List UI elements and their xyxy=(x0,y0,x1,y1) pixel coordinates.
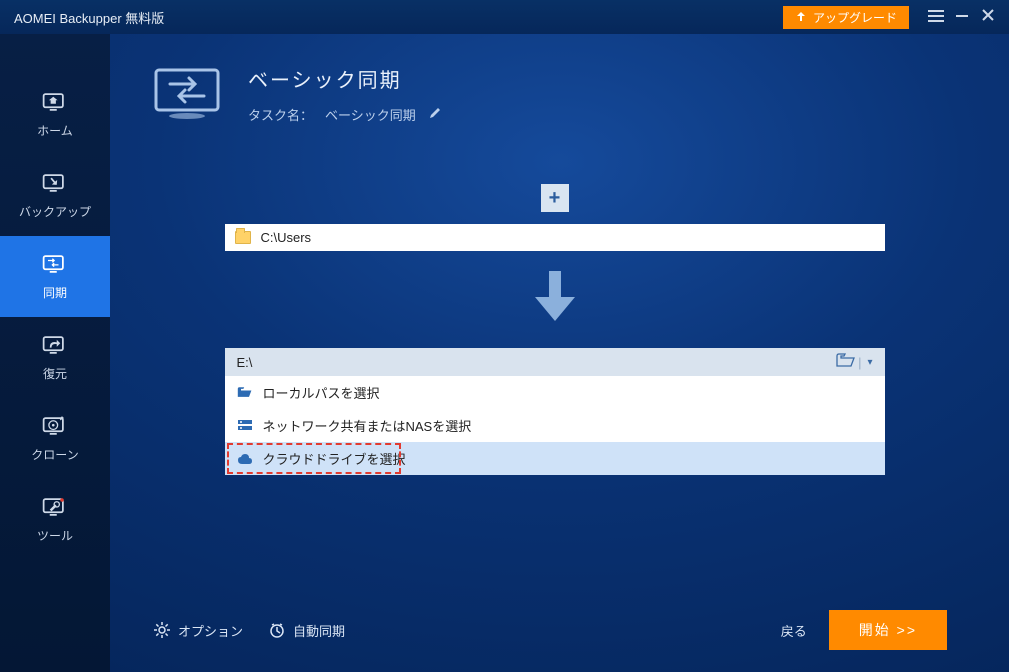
upgrade-button[interactable]: アップグレード xyxy=(783,6,909,29)
footer: オプション 自動同期 戻る 開始 >> xyxy=(150,594,959,672)
destination-path-text: E:\ xyxy=(237,355,837,370)
main-panel: ベーシック同期 タスク名： ベーシック同期 + C:\Users xyxy=(110,34,1009,672)
backup-icon xyxy=(0,169,110,197)
back-button[interactable]: 戻る xyxy=(781,621,807,640)
cloud-icon xyxy=(237,453,253,465)
nas-icon xyxy=(237,419,253,432)
page-title: ベーシック同期 xyxy=(248,64,442,93)
sidebar-item-home[interactable]: ホーム xyxy=(0,74,110,155)
sidebar-item-clone[interactable]: クローン xyxy=(0,398,110,479)
destination-path-bar[interactable]: E:\ | ▾ xyxy=(225,348,885,376)
titlebar: AOMEI Backupper 無料版 アップグレード xyxy=(0,0,1009,34)
menu-item-nas[interactable]: ネットワーク共有またはNASを選択 xyxy=(225,409,885,442)
schedule-button[interactable]: 自動同期 xyxy=(269,621,345,640)
sidebar-item-sync[interactable]: 同期 xyxy=(0,236,110,317)
home-icon xyxy=(0,88,110,116)
upgrade-arrow-icon xyxy=(795,11,807,23)
restore-icon xyxy=(0,331,110,359)
menu-list-icon[interactable] xyxy=(923,9,949,26)
down-arrow-icon xyxy=(531,269,579,330)
add-source-button[interactable]: + xyxy=(541,184,569,212)
menu-item-cloud[interactable]: クラウドドライブを選択 xyxy=(225,442,885,475)
sync-badge-icon xyxy=(150,66,224,122)
edit-task-name-button[interactable] xyxy=(428,106,442,123)
sidebar-item-label: 同期 xyxy=(0,284,110,301)
pencil-icon xyxy=(428,106,442,120)
menu-item-label: ローカルパスを選択 xyxy=(263,383,380,402)
tools-icon xyxy=(0,493,110,521)
menu-item-label: クラウドドライブを選択 xyxy=(263,449,406,468)
sidebar-item-tools[interactable]: ツール xyxy=(0,479,110,560)
clock-icon xyxy=(269,622,285,638)
task-name-label: タスク名： xyxy=(248,105,313,124)
task-name-value: ベーシック同期 xyxy=(325,105,416,124)
sidebar-item-label: ホーム xyxy=(0,122,110,139)
sidebar: ホーム バックアップ 同期 復元 クローン xyxy=(0,34,110,672)
sidebar-item-backup[interactable]: バックアップ xyxy=(0,155,110,236)
start-button[interactable]: 開始 >> xyxy=(829,610,947,650)
destination-block: E:\ | ▾ ローカルパスを選択 xyxy=(225,348,885,475)
folder-icon xyxy=(235,231,251,244)
source-path-bar[interactable]: C:\Users xyxy=(225,224,885,251)
sidebar-item-label: 復元 xyxy=(0,365,110,382)
menu-item-label: ネットワーク共有またはNASを選択 xyxy=(263,416,472,435)
folder-open-icon xyxy=(836,353,856,368)
browse-folder-button[interactable] xyxy=(836,353,856,371)
source-path-text: C:\Users xyxy=(261,230,312,245)
options-button[interactable]: オプション xyxy=(154,621,243,640)
menu-item-local-path[interactable]: ローカルパスを選択 xyxy=(225,376,885,409)
destination-menu: ローカルパスを選択 ネットワーク共有またはNASを選択 クラウドドライブを xyxy=(225,376,885,475)
options-label: オプション xyxy=(178,621,243,640)
close-button[interactable] xyxy=(975,8,1001,26)
sidebar-item-restore[interactable]: 復元 xyxy=(0,317,110,398)
sidebar-item-label: ツール xyxy=(0,527,110,544)
clone-icon xyxy=(0,412,110,440)
gear-icon xyxy=(154,622,170,638)
destination-dropdown-toggle[interactable]: ▾ xyxy=(863,357,876,368)
upgrade-label: アップグレード xyxy=(813,9,897,26)
app-title: AOMEI Backupper 無料版 xyxy=(14,8,783,27)
folder-open-icon xyxy=(237,386,253,399)
sync-icon xyxy=(0,250,110,278)
sidebar-item-label: バックアップ xyxy=(0,203,110,220)
sidebar-item-label: クローン xyxy=(0,446,110,463)
minimize-button[interactable] xyxy=(949,8,975,26)
schedule-label: 自動同期 xyxy=(293,621,345,640)
